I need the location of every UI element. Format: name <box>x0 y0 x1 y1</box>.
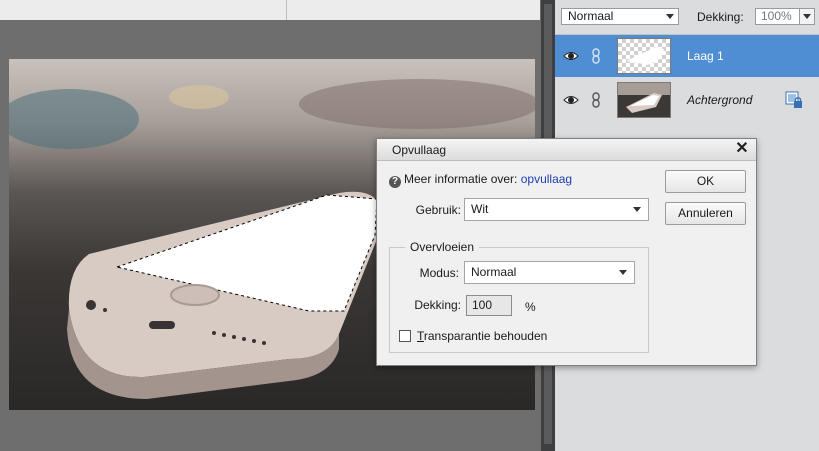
opacity-dropdown-button[interactable] <box>799 8 815 25</box>
layers-toolbar: Normaal Dekking: 100% <box>555 0 819 35</box>
layer-name: Laag 1 <box>687 49 724 63</box>
chevron-down-icon <box>803 14 811 19</box>
layer-thumbnail <box>617 38 671 74</box>
help-link[interactable]: opvullaag <box>521 172 572 186</box>
mode-label: Modus: <box>419 266 459 280</box>
link-icon[interactable] <box>591 48 601 64</box>
blend-mode-value: Normaal <box>568 9 614 23</box>
label-rest: ransparantie behouden <box>423 329 548 343</box>
mode-select[interactable]: Normaal <box>464 261 635 284</box>
use-label: Gebruik: <box>415 203 461 217</box>
chevron-down-icon <box>633 207 641 212</box>
preserve-transparency-checkbox[interactable] <box>399 330 411 342</box>
blending-group-label: Overvloeien <box>405 240 480 254</box>
help-prefix: Meer informatie over: <box>404 172 518 186</box>
opacity-field[interactable]: 100 <box>466 295 512 316</box>
dialog-title: Opvullaag <box>392 143 447 157</box>
eye-icon[interactable] <box>563 49 579 63</box>
layer-thumbnail <box>617 82 671 118</box>
opacity-label: Dekking: <box>414 298 461 312</box>
divider <box>286 0 287 20</box>
chevron-down-icon <box>619 270 627 275</box>
percent-unit: % <box>525 300 536 314</box>
help-row: ? Meer informatie over: opvullaag <box>389 172 572 188</box>
link-icon[interactable] <box>591 92 601 108</box>
use-value: Wit <box>471 202 489 216</box>
tab-strip <box>0 0 540 20</box>
eye-icon[interactable] <box>563 93 579 107</box>
blend-mode-select[interactable]: Normaal <box>561 8 679 25</box>
close-icon[interactable]: ✕ <box>734 140 750 158</box>
opacity-label: Dekking: <box>697 10 744 24</box>
lock-icon[interactable] <box>785 91 803 109</box>
ok-button[interactable]: OK <box>665 170 746 193</box>
layer-row-laag-1[interactable]: Laag 1 <box>555 35 819 77</box>
cancel-button[interactable]: Annuleren <box>665 202 746 225</box>
help-icon: ? <box>389 176 401 188</box>
fill-layer-dialog: Opvullaag ✕ ? Meer informatie over: opvul… <box>376 138 757 366</box>
chevron-down-icon <box>666 14 674 19</box>
preserve-transparency-label[interactable]: Transparantie behouden <box>417 329 547 343</box>
mnemonic-letter: T <box>417 329 424 343</box>
opacity-input[interactable]: 100% <box>755 8 800 25</box>
layer-name: Achtergrond <box>687 93 753 107</box>
layer-row-achtergrond[interactable]: Achtergrond <box>555 79 819 121</box>
use-select[interactable]: Wit <box>464 198 649 221</box>
dialog-titlebar[interactable]: Opvullaag ✕ <box>377 139 756 161</box>
mode-value: Normaal <box>471 265 517 279</box>
